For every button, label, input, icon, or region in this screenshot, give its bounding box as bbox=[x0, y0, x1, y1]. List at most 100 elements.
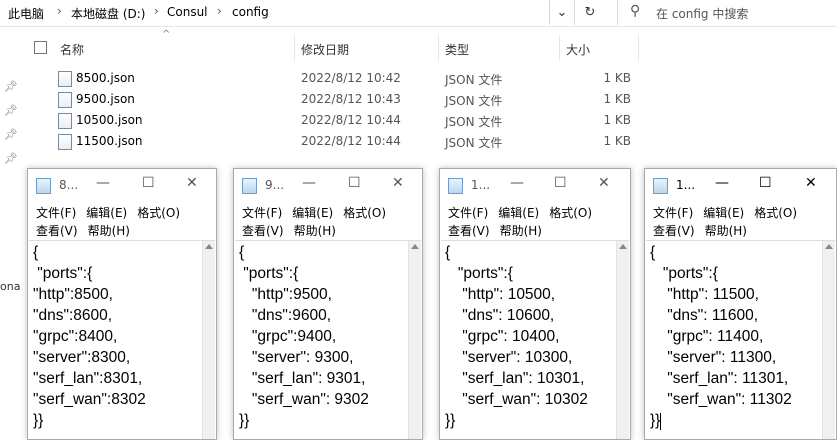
editor-text: { "ports":{ "http":9500, "dns":9600, "gr… bbox=[239, 244, 369, 429]
maximize-icon[interactable]: ☐ bbox=[348, 175, 361, 191]
menu-format[interactable]: 格式(O) bbox=[137, 206, 180, 220]
menu-file[interactable]: 文件(F) bbox=[242, 206, 282, 220]
maximize-icon[interactable]: ☐ bbox=[554, 175, 567, 191]
minimize-icon[interactable]: — bbox=[715, 175, 729, 191]
file-type: JSON 文件 bbox=[445, 115, 503, 129]
window-title: 9... bbox=[265, 178, 285, 192]
file-type: JSON 文件 bbox=[445, 136, 503, 150]
notepad-window[interactable]: 9... — ☐ ✕ 文件(F) 编辑(E) 格式(O) 查看(V) 帮助(H) { … bbox=[233, 168, 423, 440]
minimize-icon[interactable]: — bbox=[302, 175, 316, 191]
scroll-up-icon[interactable] bbox=[825, 244, 833, 249]
column-size[interactable]: 大小 bbox=[566, 41, 590, 58]
column-type[interactable]: 类型 bbox=[445, 41, 469, 58]
menu-file[interactable]: 文件(F) bbox=[448, 206, 488, 220]
refresh-icon[interactable]: ↻ bbox=[574, 0, 605, 25]
notepad-icon bbox=[653, 178, 668, 194]
file-name[interactable]: 9500.json bbox=[76, 92, 135, 106]
text-caret bbox=[660, 413, 661, 430]
menu-file[interactable]: 文件(F) bbox=[36, 206, 76, 220]
column-date[interactable]: 修改日期 bbox=[301, 41, 349, 58]
window-title: 8... bbox=[59, 178, 79, 192]
vertical-scrollbar[interactable] bbox=[408, 241, 421, 439]
close-icon[interactable]: ✕ bbox=[392, 175, 404, 191]
notepad-icon bbox=[36, 178, 51, 194]
close-icon[interactable]: ✕ bbox=[186, 175, 198, 191]
file-name[interactable]: 11500.json bbox=[76, 134, 143, 148]
maximize-icon[interactable]: ☐ bbox=[759, 175, 772, 191]
scroll-up-icon[interactable] bbox=[205, 244, 213, 249]
close-icon[interactable]: ✕ bbox=[805, 175, 817, 191]
text-editor[interactable]: { "ports":{ "http":8500, "dns":8600, "gr… bbox=[29, 240, 215, 439]
vertical-scrollbar[interactable] bbox=[616, 241, 629, 439]
menu-format[interactable]: 格式(O) bbox=[549, 206, 592, 220]
sort-up-icon: ^ bbox=[162, 29, 171, 40]
menu-view[interactable]: 查看(V) bbox=[448, 224, 490, 238]
file-row[interactable]: 11500.json 2022/8/12 10:44 JSON 文件 1 KB bbox=[0, 131, 837, 152]
menu-help[interactable]: 帮助(H) bbox=[88, 224, 130, 238]
menu-help[interactable]: 帮助(H) bbox=[500, 224, 542, 238]
search-input[interactable]: 在 config 中搜索 bbox=[656, 5, 748, 22]
file-size: 1 KB bbox=[603, 134, 631, 148]
search-box[interactable]: ⚲ 在 config 中搜索 bbox=[617, 0, 837, 25]
nav-pane-partial-label: ona bbox=[0, 280, 21, 293]
json-file-icon bbox=[58, 71, 72, 87]
menu-view[interactable]: 查看(V) bbox=[242, 224, 284, 238]
scroll-up-icon[interactable] bbox=[619, 244, 627, 249]
search-icon: ⚲ bbox=[630, 3, 641, 19]
file-type: JSON 文件 bbox=[445, 94, 503, 108]
menu-format[interactable]: 格式(O) bbox=[754, 206, 797, 220]
title-bar[interactable]: 9... — ☐ ✕ bbox=[234, 169, 422, 200]
close-icon[interactable]: ✕ bbox=[598, 175, 610, 191]
editor-text: { "ports":{ "http":8500, "dns":8600, "gr… bbox=[33, 244, 146, 429]
editor-text: { "ports":{ "http": 10500, "dns": 10600,… bbox=[445, 244, 588, 429]
column-name[interactable]: 名称 bbox=[60, 41, 84, 58]
title-bar[interactable]: 1... — ☐ ✕ bbox=[440, 169, 630, 200]
file-size: 1 KB bbox=[603, 92, 631, 106]
json-file-icon bbox=[58, 92, 72, 108]
vertical-scrollbar[interactable] bbox=[202, 241, 215, 439]
menu-edit[interactable]: 编辑(E) bbox=[498, 206, 539, 220]
text-editor[interactable]: { "ports":{ "http": 10500, "dns": 10600,… bbox=[441, 240, 629, 439]
address-dropdown-icon[interactable]: ⌄ bbox=[549, 0, 574, 25]
menu-edit[interactable]: 编辑(E) bbox=[86, 206, 127, 220]
scroll-up-icon[interactable] bbox=[411, 244, 419, 249]
notepad-window-active[interactable]: 1... — ☐ ✕ 文件(F) 编辑(E) 格式(O) 查看(V) 帮助(H) { … bbox=[644, 168, 837, 440]
breadcrumb-separator-icon: › bbox=[217, 4, 222, 18]
file-date: 2022/8/12 10:43 bbox=[301, 92, 401, 106]
window-title: 1... bbox=[471, 178, 491, 192]
file-row[interactable]: 9500.json 2022/8/12 10:43 JSON 文件 1 KB bbox=[0, 89, 837, 110]
select-all-checkbox[interactable] bbox=[34, 41, 47, 54]
breadcrumb-drive-d[interactable]: 本地磁盘 (D:) bbox=[71, 5, 145, 22]
file-name[interactable]: 8500.json bbox=[76, 71, 135, 85]
pin-icon[interactable]: 📌︎ bbox=[4, 152, 18, 165]
file-type: JSON 文件 bbox=[445, 73, 503, 87]
window-title: 1... bbox=[676, 178, 696, 192]
menu-edit[interactable]: 编辑(E) bbox=[703, 206, 744, 220]
menu-help[interactable]: 帮助(H) bbox=[294, 224, 336, 238]
vertical-scrollbar[interactable] bbox=[822, 241, 835, 439]
json-file-icon bbox=[58, 134, 72, 150]
notepad-window[interactable]: 1... — ☐ ✕ 文件(F) 编辑(E) 格式(O) 查看(V) 帮助(H) { … bbox=[439, 168, 631, 440]
minimize-icon[interactable]: — bbox=[96, 175, 110, 191]
file-row[interactable]: 10500.json 2022/8/12 10:44 JSON 文件 1 KB bbox=[0, 110, 837, 131]
menu-view[interactable]: 查看(V) bbox=[653, 224, 695, 238]
file-row[interactable]: 8500.json 2022/8/12 10:42 JSON 文件 1 KB bbox=[0, 68, 837, 89]
breadcrumb-consul[interactable]: Consul bbox=[167, 5, 208, 19]
text-editor[interactable]: { "ports":{ "http":9500, "dns":9600, "gr… bbox=[235, 240, 421, 439]
maximize-icon[interactable]: ☐ bbox=[142, 175, 155, 191]
title-bar[interactable]: 1... — ☐ ✕ bbox=[645, 169, 836, 200]
menu-file[interactable]: 文件(F) bbox=[653, 206, 693, 220]
title-bar[interactable]: 8... — ☐ ✕ bbox=[28, 169, 216, 200]
text-editor[interactable]: { "ports":{ "http": 11500, "dns": 11600,… bbox=[646, 240, 835, 439]
menu-edit[interactable]: 编辑(E) bbox=[292, 206, 333, 220]
address-bar[interactable]: 此电脑 › 本地磁盘 (D:) › Consul › config ⌄ ↻ ⚲ … bbox=[0, 0, 837, 27]
minimize-icon[interactable]: — bbox=[510, 175, 524, 191]
file-name[interactable]: 10500.json bbox=[76, 113, 143, 127]
menu-help[interactable]: 帮助(H) bbox=[705, 224, 747, 238]
breadcrumb-this-pc[interactable]: 此电脑 bbox=[8, 5, 44, 22]
menu-view[interactable]: 查看(V) bbox=[36, 224, 78, 238]
notepad-window[interactable]: 8... — ☐ ✕ 文件(F) 编辑(E) 格式(O) 查看(V) 帮助(H) { … bbox=[27, 168, 217, 440]
menu-format[interactable]: 格式(O) bbox=[343, 206, 386, 220]
breadcrumb-config[interactable]: config bbox=[232, 5, 269, 19]
column-header: ^ 名称 修改日期 类型 大小 bbox=[0, 29, 837, 61]
